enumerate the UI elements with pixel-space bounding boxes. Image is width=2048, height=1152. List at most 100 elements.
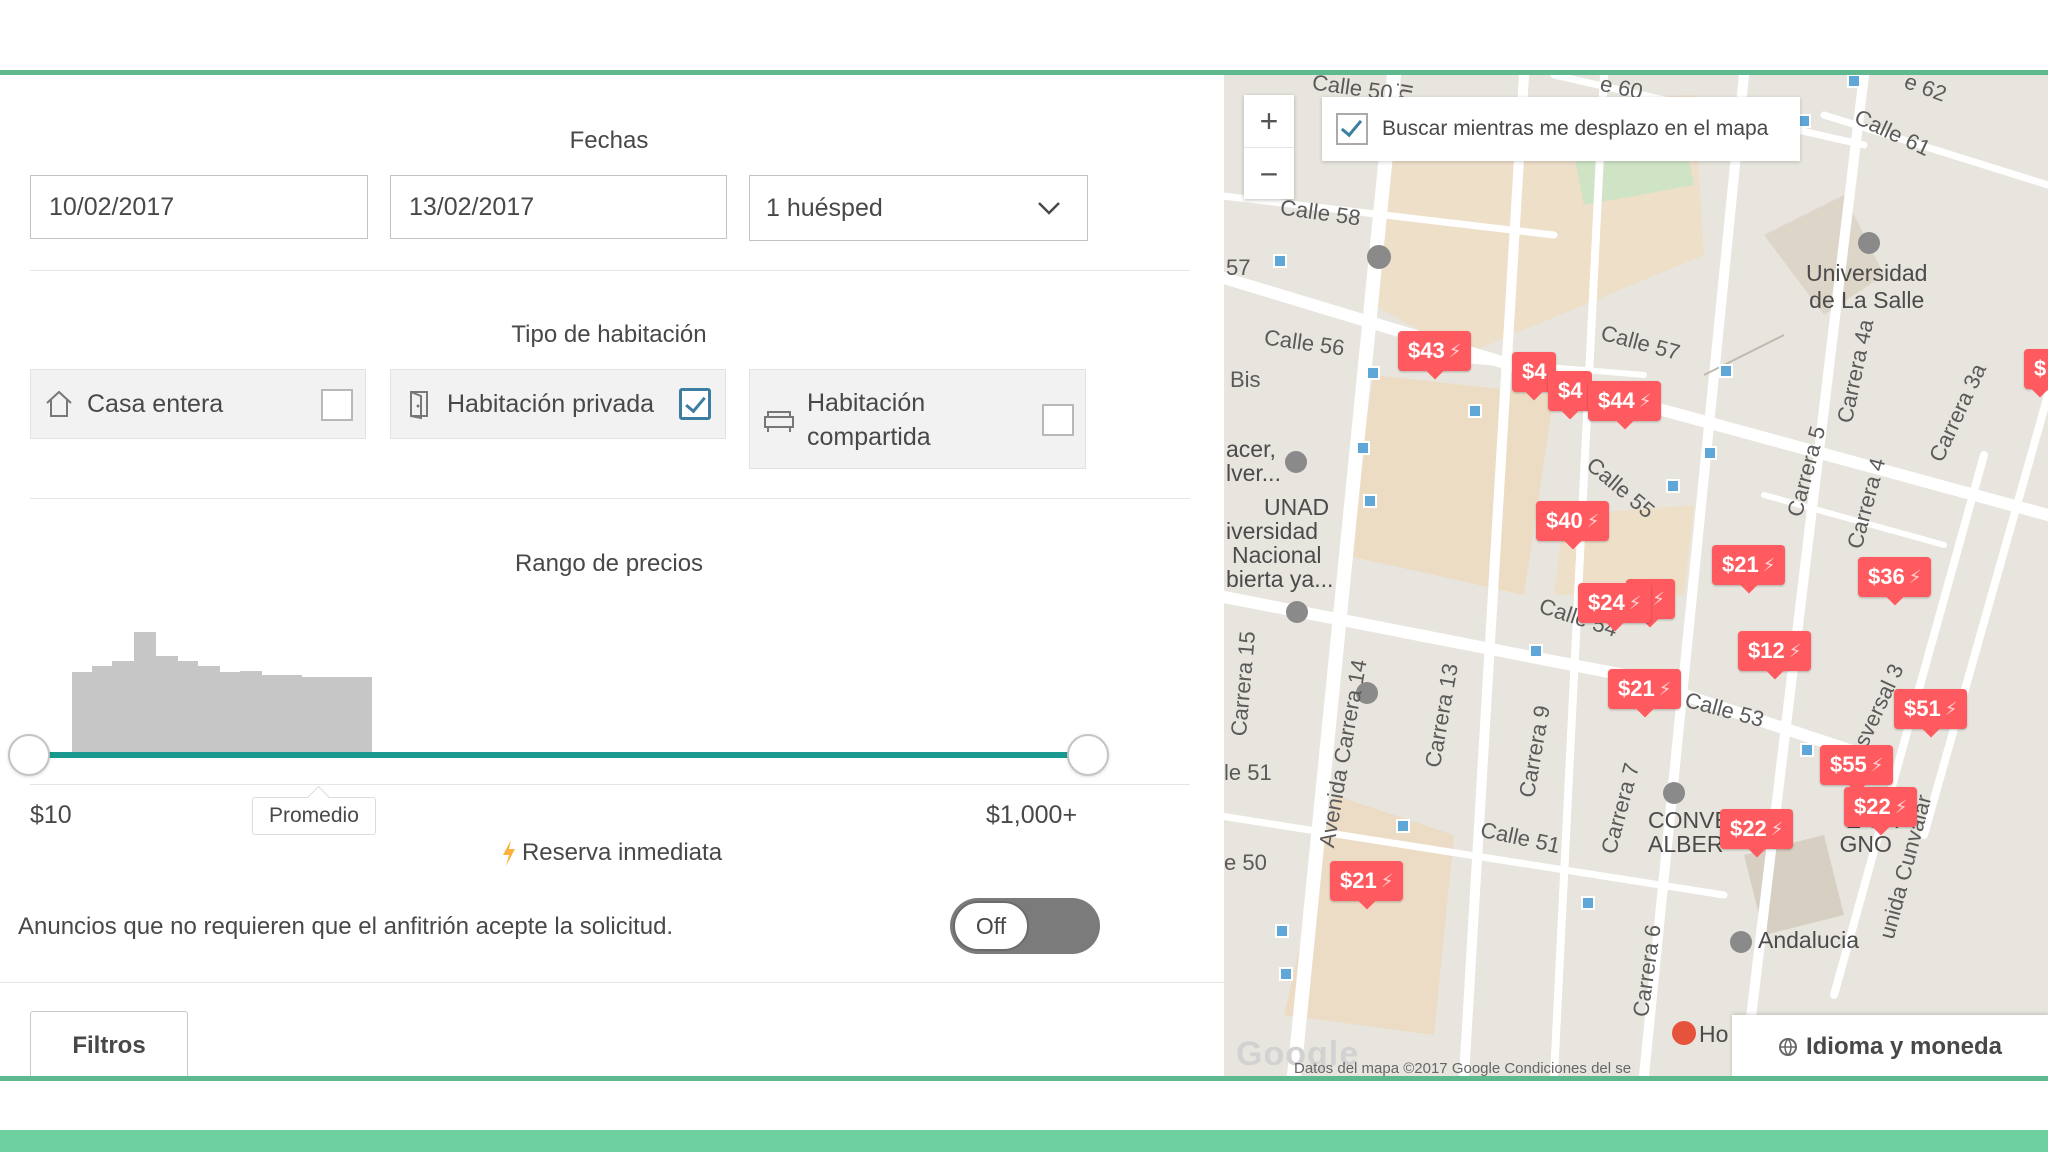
price-pin[interactable]: $21 ⚡ xyxy=(1608,669,1682,709)
price-pin[interactable]: $ xyxy=(2024,349,2048,389)
dates-title: Fechas xyxy=(569,127,649,154)
place-label-line: UNAD xyxy=(1264,494,1330,520)
price-pin-label: $36 xyxy=(1868,564,1905,589)
lightning-icon: ⚡ xyxy=(1638,390,1652,411)
price-pin-label: $4 xyxy=(1522,359,1547,384)
checkout-date-input[interactable]: 13/02/2017 xyxy=(390,175,727,239)
price-pin[interactable]: $4 xyxy=(1548,371,1593,411)
place-label-line: bierta ya... xyxy=(1226,566,1334,592)
room-option-label-line2: compartida xyxy=(807,423,931,451)
price-pin-label: $21 xyxy=(1618,676,1655,701)
lightning-icon: ⚡ xyxy=(1944,698,1958,719)
door-icon xyxy=(410,391,428,420)
place-label-line: ALBER xyxy=(1648,831,1724,857)
price-pin-label: $43 xyxy=(1408,338,1445,363)
price-pin-label: $12 xyxy=(1748,638,1785,663)
divider xyxy=(30,784,1190,785)
price-pin-label: $21 xyxy=(1340,868,1377,893)
place-label-andalucia: Andalucia xyxy=(1758,927,1860,953)
toggle-thumb: Off xyxy=(953,901,1029,951)
house-icon xyxy=(46,390,72,417)
price-pin-label: $22 xyxy=(1730,816,1767,841)
price-pin[interactable]: $44 ⚡ xyxy=(1588,381,1662,421)
price-pin[interactable]: $12 ⚡ xyxy=(1738,631,1812,671)
bottom-accent-band xyxy=(0,1130,2048,1152)
chevron-down-icon xyxy=(1038,202,1060,215)
street-label: Bis xyxy=(1230,367,1261,392)
price-pin[interactable]: $22 ⚡ xyxy=(1844,787,1918,827)
language-currency-label: Idioma y moneda xyxy=(1805,1033,2003,1060)
map[interactable]: Calle 50 Calle 58 Calle 56 Calle 57 Call… xyxy=(1224,75,2048,1076)
lightning-icon: ⚡ xyxy=(1894,796,1908,817)
checkin-date-input[interactable]: 10/02/2017 xyxy=(30,175,368,239)
price-pin[interactable]: $22 ⚡ xyxy=(1720,809,1794,849)
room-option-label-line1: Habitación xyxy=(807,389,926,417)
instant-book-description: Anuncios que no requieren que el anfitri… xyxy=(18,913,674,940)
price-min-handle[interactable] xyxy=(8,734,50,776)
lightning-icon: ⚡ xyxy=(1658,678,1672,699)
lightning-icon: ⚡ xyxy=(1788,640,1802,661)
lightning-icon: ⚡ xyxy=(1908,566,1922,587)
lightning-icon: ⚡ xyxy=(1380,870,1394,891)
shared-room-checkbox[interactable] xyxy=(1042,404,1074,436)
bottom-accent-rule xyxy=(0,1076,2048,1081)
price-range-title: Rango de precios xyxy=(514,550,704,577)
price-pin-label: $55 xyxy=(1830,752,1867,777)
zoom-in-button[interactable]: + xyxy=(1244,95,1294,148)
room-option-label: Casa entera xyxy=(87,390,224,418)
price-min-label: $10 xyxy=(30,801,72,829)
price-pin[interactable]: $51 ⚡ xyxy=(1894,689,1968,729)
entire-home-checkbox[interactable] xyxy=(321,389,353,421)
lightning-icon: ⚡ xyxy=(1448,340,1462,361)
price-pin[interactable]: $21 ⚡ xyxy=(1330,861,1404,901)
place-label-line: de La Salle xyxy=(1809,287,1925,313)
price-slider-fill xyxy=(30,752,1088,758)
zoom-out-button[interactable]: − xyxy=(1244,148,1294,200)
place-label-placer: acer, lver... xyxy=(1226,437,1281,485)
price-pin[interactable]: $36 ⚡ xyxy=(1858,557,1932,597)
filters-button[interactable]: Filtros xyxy=(30,1011,188,1081)
place-label-universidad: Universidad de La Salle xyxy=(1806,260,1927,314)
map-attribution: Datos del mapa ©2017 Google Condiciones … xyxy=(1294,1060,1632,1076)
search-while-moving-checkbox[interactable] xyxy=(1336,113,1368,145)
room-option-shared-room[interactable]: Habitación compartida xyxy=(749,369,1086,469)
lightning-icon xyxy=(502,840,515,866)
price-pin-label: $51 xyxy=(1904,696,1941,721)
sofa-icon xyxy=(764,411,794,432)
room-type-title: Tipo de habitación xyxy=(511,321,707,348)
price-pin[interactable]: $55 ⚡ xyxy=(1820,745,1894,785)
price-pin-label: $21 xyxy=(1722,552,1759,577)
private-room-checkbox[interactable] xyxy=(679,388,711,420)
price-pin[interactable]: $24 ⚡ xyxy=(1578,583,1652,623)
lightning-icon: ⚡ xyxy=(1586,510,1600,531)
instant-book-heading: Reserva inmediata xyxy=(0,839,1224,867)
room-option-entire-home[interactable]: Casa entera xyxy=(30,369,366,439)
lightning-icon: ⚡ xyxy=(1770,818,1784,839)
price-pin-label: $ xyxy=(2034,356,2047,381)
place-label-line: Universidad xyxy=(1806,260,1928,286)
lightning-icon: ⚡ xyxy=(1652,588,1665,609)
language-currency-button[interactable]: Idioma y moneda xyxy=(1732,1015,2048,1076)
globe-icon xyxy=(1778,1038,1797,1056)
filters-panel: Fechas 10/02/2017 13/02/2017 1 huésped T… xyxy=(0,75,1224,1076)
price-pin[interactable]: $43 ⚡ xyxy=(1398,331,1472,371)
search-while-moving-control[interactable]: Buscar mientras me desplazo en el mapa xyxy=(1322,97,1800,161)
place-label-line: GNO xyxy=(1839,831,1892,857)
street-label: le 51 xyxy=(1224,760,1272,785)
guests-select[interactable]: 1 huésped xyxy=(749,175,1088,241)
price-pin[interactable]: $21 ⚡ xyxy=(1712,545,1786,585)
place-label-line: Nacional xyxy=(1232,542,1322,568)
price-max-handle[interactable] xyxy=(1067,734,1109,776)
divider xyxy=(0,982,1224,983)
average-price-tooltip: Promedio xyxy=(252,797,376,835)
room-option-private-room[interactable]: Habitación privada xyxy=(390,369,726,439)
price-pin[interactable]: $40 ⚡ xyxy=(1536,501,1610,541)
place-label-line: lver... xyxy=(1226,460,1281,486)
instant-book-toggle[interactable]: Off xyxy=(950,898,1100,954)
zoom-controls: + − xyxy=(1244,95,1294,199)
place-label-line: acer, xyxy=(1226,436,1276,462)
guests-select-value: 1 huésped xyxy=(766,193,883,222)
street-label: 57 xyxy=(1226,255,1251,280)
street-label: e 50 xyxy=(1224,850,1267,875)
search-while-moving-label: Buscar mientras me desplazo en el mapa xyxy=(1382,117,1769,140)
